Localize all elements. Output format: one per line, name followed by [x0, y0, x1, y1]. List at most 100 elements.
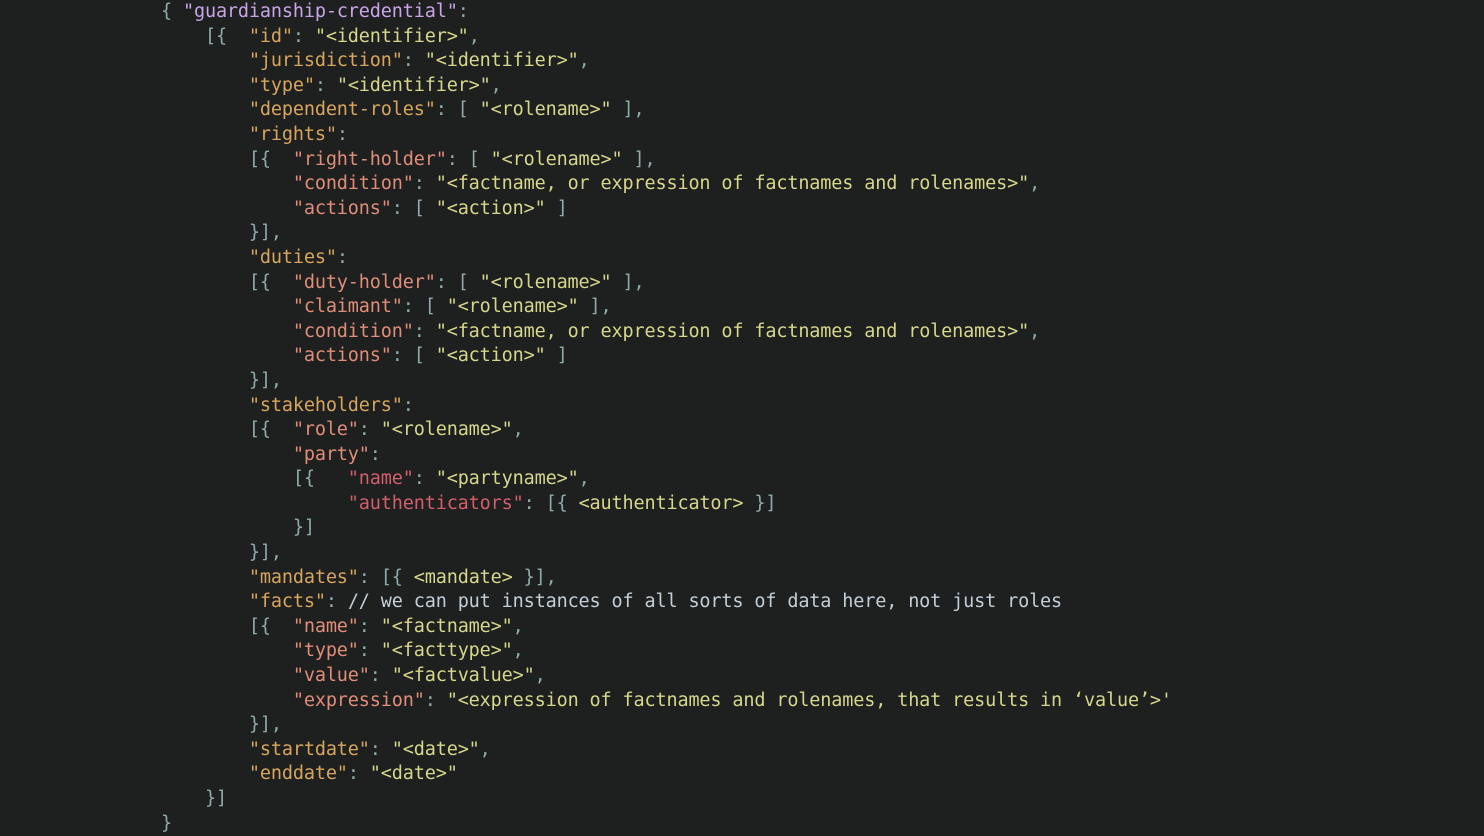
code-token-punct: ,: [578, 50, 590, 72]
code-token-key-l2: "actions": [292, 345, 392, 367]
code-viewer[interactable]: { "guardianship-credential": [{ "id": "<…: [0, 0, 1484, 835]
code-token-punct: [161, 124, 249, 145]
code-token-punct: :: [358, 640, 381, 662]
code-token-punct: [{: [161, 419, 293, 441]
code-token-punct: [161, 763, 249, 784]
code-token-key-l1: "startdate": [248, 738, 370, 760]
code-token-punct: :: [424, 689, 447, 711]
code-line: "party":: [0, 443, 1484, 468]
code-token-punct: [161, 739, 249, 760]
code-token-key-l1: "jurisdiction": [248, 50, 403, 72]
code-token-punct: {: [161, 1, 183, 22]
code-token-punct: [161, 690, 293, 711]
code-token-key-l3: "name": [347, 468, 414, 490]
code-token-punct: [{: [161, 615, 293, 637]
code-token-punct: :: [369, 665, 392, 687]
code-token-string: "<date>": [391, 738, 480, 760]
code-token-punct: }],: [161, 222, 282, 244]
code-token-punct: [161, 640, 293, 661]
code-token-string: "<factvalue>": [391, 665, 535, 687]
code-token-punct: : [: [446, 148, 491, 170]
code-token-string: "<factname>": [380, 615, 513, 637]
code-line: "type": "<identifier>",: [0, 74, 1484, 99]
code-token-key-l2: "type": [292, 640, 359, 662]
code-token-string: "<partyname>": [435, 468, 579, 490]
code-token-string: "<rolename>": [380, 419, 513, 441]
code-token-key-l2: "value": [292, 665, 370, 687]
code-token-punct: [161, 567, 249, 588]
code-token-key-l2: "right-holder": [292, 148, 447, 170]
code-token-punct: [161, 591, 249, 612]
code-token-string: "<rolename>": [446, 296, 579, 318]
code-token-punct: ,: [578, 468, 590, 490]
code-line: "startdate": "<date>",: [0, 738, 1484, 763]
code-token-key-l1: "dependent-roles": [248, 99, 436, 121]
code-token-key-l1: "stakeholders": [248, 394, 403, 416]
code-token-punct: [161, 493, 348, 514]
code-line: [{ "right-holder": [ "<rolename>" ],: [0, 148, 1484, 173]
code-token-key-l1: "mandates": [248, 566, 359, 588]
code-token-punct: :: [314, 74, 337, 96]
code-token-string: "<factname, or expression of factnames a…: [435, 173, 1030, 195]
code-token-punct: }],: [161, 714, 282, 736]
code-token-punct: ,: [1029, 173, 1041, 195]
code-token-key-l2: "claimant": [292, 296, 403, 318]
code-token-punct: :: [413, 173, 436, 195]
code-token-key-l1: "type": [248, 74, 315, 96]
code-token-punct: [161, 173, 293, 194]
code-token-key-l2: "expression": [292, 689, 425, 711]
code-token-string: "<action>": [435, 345, 546, 367]
code-token-punct: [161, 99, 249, 120]
code-token-string: <authenticator>: [578, 492, 744, 514]
code-token-punct: :: [402, 394, 414, 416]
code-token-punct: [{: [161, 148, 293, 170]
code-token-punct: :: [336, 123, 348, 145]
code-token-punct: :: [369, 443, 381, 465]
code-line: }]: [0, 516, 1484, 541]
code-token-punct: : [{: [523, 492, 579, 514]
code-line: "actions": [ "<action>" ]: [0, 197, 1484, 222]
code-token-key-l2: "party": [292, 443, 370, 465]
code-line: { "guardianship-credential":: [0, 0, 1484, 25]
code-token-punct: : [: [435, 99, 480, 121]
code-token-string: "<factname, or expression of factnames a…: [435, 320, 1030, 342]
code-token-punct: [161, 395, 249, 416]
code-token-key-l1: "duties": [248, 246, 337, 268]
code-token-string: "<rolename>": [479, 99, 612, 121]
code-line: }]: [0, 787, 1484, 812]
code-token-punct: [{: [161, 25, 249, 47]
code-token-punct: : [: [391, 197, 436, 219]
code-token-punct: :: [457, 1, 469, 22]
code-token-punct: ],: [578, 296, 612, 318]
code-token-punct: ,: [534, 665, 546, 687]
code-token-punct: : [: [391, 345, 436, 367]
code-line: "claimant": [ "<rolename>" ],: [0, 295, 1484, 320]
code-line: "actions": [ "<action>" ]: [0, 344, 1484, 369]
code-line: }: [0, 812, 1484, 836]
code-line: "rights":: [0, 123, 1484, 148]
code-token-punct: ],: [611, 99, 645, 121]
code-token-punct: [161, 444, 293, 465]
code-token-punct: }: [161, 812, 172, 834]
code-line: }],: [0, 713, 1484, 738]
code-line: }],: [0, 541, 1484, 566]
code-line: "expression": "<expression of factnames …: [0, 689, 1484, 714]
code-token-key-l1: "id": [248, 25, 293, 47]
code-token-punct: ]: [545, 345, 568, 367]
code-token-punct: [161, 198, 293, 219]
code-token-string: "<action>": [435, 197, 546, 219]
code-token-key-l2: "condition": [292, 173, 414, 195]
code-token-punct: :: [336, 246, 348, 268]
code-line: "authenticators": [{ <authenticator> }]: [0, 492, 1484, 517]
code-token-punct: ],: [611, 271, 645, 293]
code-line: [{ "duty-holder": [ "<rolename>" ],: [0, 271, 1484, 296]
code-token-key-l1: "rights": [248, 123, 337, 145]
code-token-string: "<identifier>": [314, 25, 469, 47]
code-token-key-l1: "enddate": [248, 763, 348, 785]
code-token-punct: ,: [512, 419, 524, 441]
code-line: "jurisdiction": "<identifier>",: [0, 49, 1484, 74]
code-line: [{ "name": "<partyname>",: [0, 467, 1484, 492]
code-token-punct: ,: [490, 74, 502, 96]
code-token-punct: [{: [161, 271, 293, 293]
code-token-string: "<date>": [369, 763, 458, 785]
